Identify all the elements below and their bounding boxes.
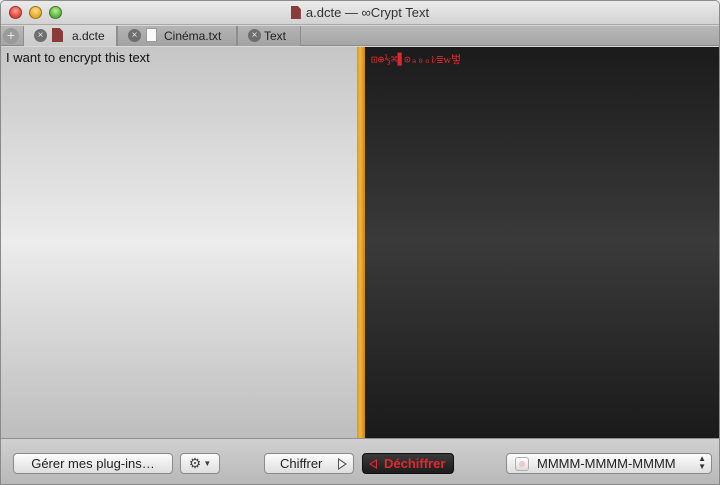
play-right-icon (338, 458, 347, 470)
key-select-value: MMMM-MMMM-MMMM (537, 456, 676, 471)
add-tab-button[interactable]: + (3, 28, 19, 44)
close-tab-icon[interactable]: × (128, 29, 141, 42)
gear-menu-button[interactable]: ⚙ ▼ (180, 453, 220, 474)
key-icon (515, 457, 529, 471)
decrypt-label: Déchiffrer (384, 456, 446, 471)
split-divider[interactable] (357, 47, 365, 438)
encrypted-doc-icon (52, 28, 63, 42)
manage-plugins-button[interactable]: Gérer mes plug-ins… (13, 453, 173, 474)
select-arrows-icon: ▲ ▼ (698, 454, 706, 471)
chevron-down-icon: ▼ (203, 459, 212, 468)
tab-cinema-txt[interactable]: × Cinéma.txt (117, 26, 237, 46)
encrypted-doc-icon (290, 6, 301, 19)
text-file-icon (146, 28, 157, 42)
tab-text[interactable]: × Text (237, 26, 301, 46)
play-left-icon (369, 459, 377, 469)
tab-a-dcte[interactable]: × a.dcte (23, 26, 117, 46)
ciphertext-editor[interactable]: ⊡⊕⅓⌘▋⊙ₐ₀ₒ≀⁄≣ᴡ벟 (365, 47, 719, 438)
app-window: a.dcte — ∞Crypt Text + × a.dcte × Cinéma… (0, 0, 720, 485)
plaintext-editor[interactable]: I want to encrypt this text (1, 47, 357, 438)
close-tab-icon[interactable]: × (34, 29, 47, 42)
key-select[interactable]: MMMM-MMMM-MMMM ▲ ▼ (506, 453, 712, 474)
tab-bar: + × a.dcte × Cinéma.txt × Text (1, 26, 719, 46)
tab-label: Cinéma.txt (164, 29, 222, 43)
ciphertext-content[interactable]: ⊡⊕⅓⌘▋⊙ₐ₀ₒ≀⁄≣ᴡ벟 (371, 51, 461, 67)
window-title-group: a.dcte — ∞Crypt Text (1, 5, 719, 20)
encrypt-label: Chiffrer (280, 456, 323, 471)
close-tab-icon[interactable]: × (248, 29, 261, 42)
bottom-toolbar: Gérer mes plug-ins… ⚙ ▼ Chiffrer Déchiffr… (1, 438, 719, 484)
plaintext-content[interactable]: I want to encrypt this text (6, 50, 150, 65)
title-bar: a.dcte — ∞Crypt Text (1, 1, 719, 25)
encrypt-button[interactable]: Chiffrer (264, 453, 354, 474)
window-title: a.dcte — ∞Crypt Text (305, 5, 430, 20)
gear-icon: ⚙ (188, 455, 202, 471)
tab-label: Text (264, 29, 287, 43)
decrypt-button[interactable]: Déchiffrer (362, 453, 454, 474)
tab-label: a.dcte (72, 29, 105, 43)
